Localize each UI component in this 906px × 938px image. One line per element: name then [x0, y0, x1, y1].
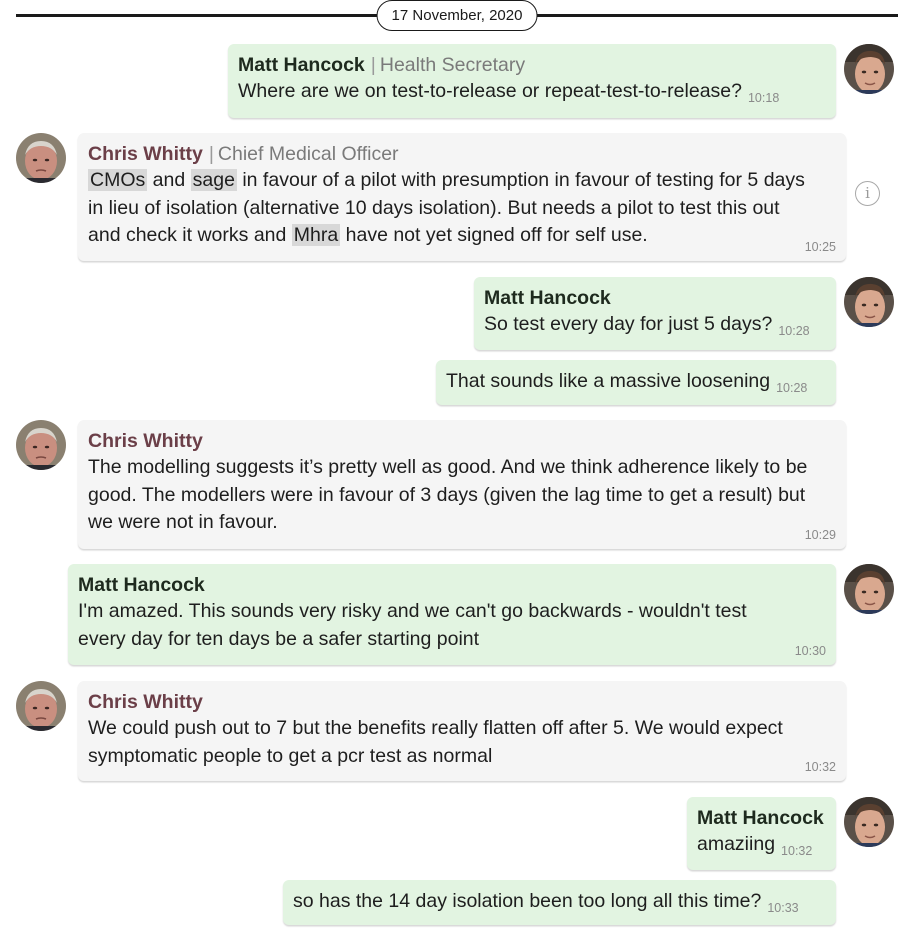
avatar-chris-whitty[interactable] — [16, 133, 66, 183]
avatar-photo-icon — [844, 277, 894, 327]
avatar-chris-whitty[interactable] — [16, 420, 66, 470]
message-text: So test every day for just 5 days? 10:28 — [484, 311, 826, 339]
avatar-matt-hancock[interactable] — [844, 564, 894, 614]
message-text: so has the 14 day isolation been too lon… — [293, 888, 826, 916]
message-text-content: So test every day for just 5 days? — [484, 313, 773, 335]
sender-role: Chief Medical Officer — [217, 143, 399, 165]
message-bubble-outgoing[interactable]: so has the 14 day isolation been too lon… — [283, 880, 836, 925]
message-text-content: amaziing — [697, 833, 776, 855]
avatar-photo-icon — [16, 681, 66, 731]
message-bubble-incoming[interactable]: Chris Whitty | Chief Medical Officer CMOs … — [78, 133, 846, 261]
message-bubble-incoming[interactable]: Chris Whitty We could push out to 7 but … — [78, 681, 846, 781]
date-divider: 17 November, 2020 — [16, 0, 898, 36]
message-bubble-incoming[interactable]: Chris Whitty The modelling suggests it’s… — [78, 420, 846, 549]
highlighted-term[interactable]: sage — [190, 169, 237, 191]
sender-name: Matt Hancock — [484, 287, 611, 309]
sender-name: Chris Whitty — [88, 430, 203, 452]
avatar-photo-icon — [16, 133, 66, 183]
message-text: The modelling suggests it’s pretty well … — [88, 456, 808, 533]
message-text: I'm amazed. This sounds very risky and w… — [78, 600, 747, 650]
message-time: 10:33 — [767, 901, 799, 915]
message-text: That sounds like a massive loosening 10:2… — [446, 368, 826, 396]
message-time: 10:29 — [804, 528, 836, 542]
avatar-chris-whitty[interactable] — [16, 681, 66, 731]
message-time: 10:30 — [794, 644, 826, 658]
message-time: 10:28 — [776, 381, 808, 395]
avatar-photo-icon — [16, 420, 66, 470]
sender-role: Health Secretary — [379, 54, 526, 76]
avatar-matt-hancock[interactable] — [844, 797, 894, 847]
message-bubble-outgoing[interactable]: Matt Hancock amaziing 10:32 — [687, 797, 836, 870]
role-separator: | — [370, 54, 376, 76]
message-bubble-outgoing[interactable]: Matt Hancock So test every day for just … — [474, 277, 836, 350]
sender-name: Chris Whitty — [88, 143, 203, 165]
sender-name: Matt Hancock — [78, 574, 205, 596]
message-time: 10:25 — [804, 240, 836, 254]
message-text: We could push out to 7 but the benefits … — [88, 717, 783, 767]
message-text-content: so has the 14 day isolation been too lon… — [293, 890, 762, 912]
avatar-photo-icon — [844, 797, 894, 847]
message-bubble-outgoing[interactable]: Matt Hancock I'm amazed. This sounds ver… — [68, 564, 836, 665]
avatar-photo-icon — [844, 564, 894, 614]
message-text-content: Where are we on test-to-release or repea… — [238, 80, 742, 102]
avatar-matt-hancock[interactable] — [844, 277, 894, 327]
role-separator: | — [208, 143, 214, 165]
info-icon[interactable]: i — [855, 181, 880, 206]
date-label: 17 November, 2020 — [376, 0, 538, 31]
highlighted-term[interactable]: CMOs — [88, 169, 148, 191]
message-text: amaziing 10:32 — [697, 831, 826, 859]
sender-name: Matt Hancock — [697, 807, 824, 829]
message-text: CMOs and sage in favour of a pilot with … — [88, 167, 836, 250]
message-time: 10:28 — [778, 324, 810, 338]
message-time: 10:18 — [747, 91, 780, 105]
text-segment: and — [147, 169, 191, 191]
avatar-matt-hancock[interactable] — [844, 44, 894, 94]
message-time: 10:32 — [781, 844, 813, 858]
message-bubble-outgoing[interactable]: Matt Hancock | Health Secretary Where are … — [228, 44, 836, 118]
avatar-photo-icon — [844, 44, 894, 94]
message-bubble-outgoing[interactable]: That sounds like a massive loosening 10:2… — [436, 360, 836, 405]
highlighted-term[interactable]: Mhra — [291, 224, 341, 246]
message-text-content: That sounds like a massive loosening — [446, 370, 771, 392]
message-time: 10:32 — [804, 760, 836, 774]
sender-name: Chris Whitty — [88, 691, 203, 713]
message-text: Where are we on test-to-release or repea… — [238, 78, 826, 106]
sender-header: Matt Hancock | Health Secretary — [238, 52, 826, 78]
sender-name: Matt Hancock — [238, 54, 365, 76]
text-segment: have not yet signed off for self use. — [340, 224, 648, 246]
sender-header: Chris Whitty | Chief Medical Officer — [88, 141, 836, 167]
